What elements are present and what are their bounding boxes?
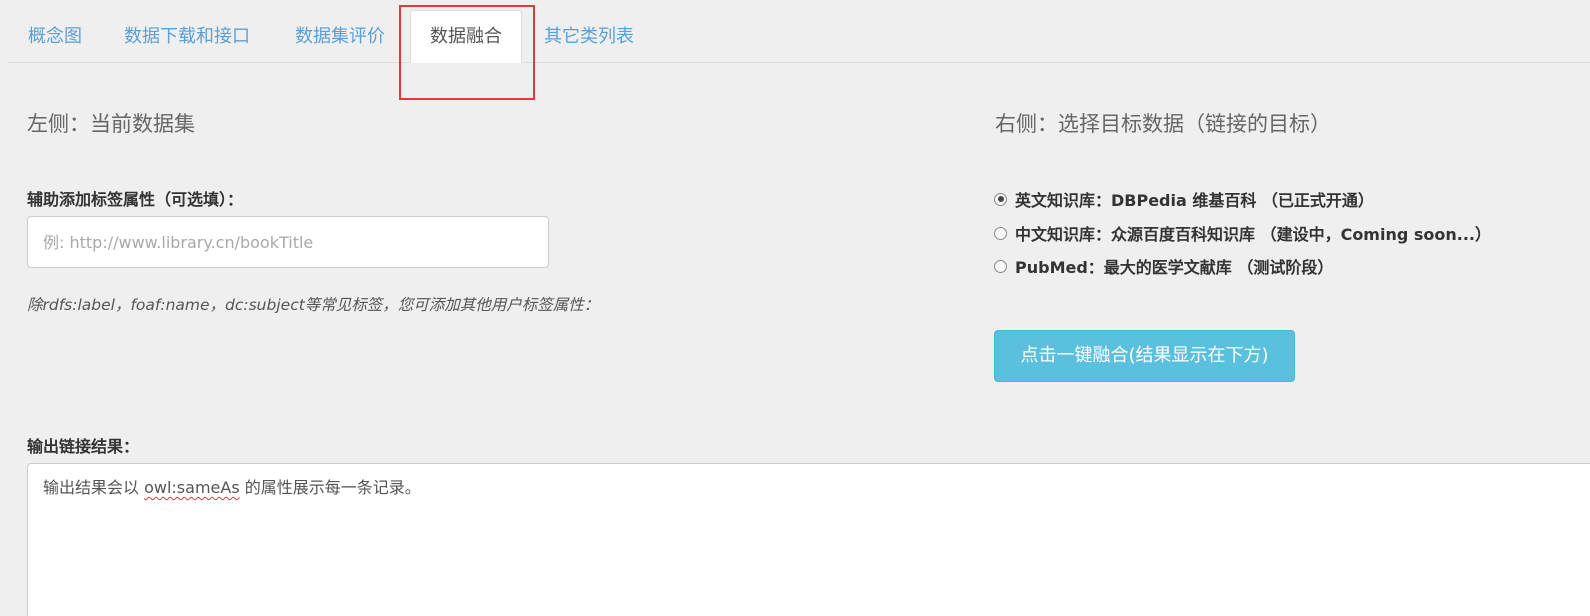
radio-unselected-icon[interactable] [994,259,1007,273]
tab-data-fusion[interactable]: 数据融合 [410,10,522,63]
output-section-title: 输出链接结果： [27,437,140,456]
target-option-baidu-baike[interactable]: 中文知识库：众源百度百科知识库 （建设中，Coming soon...） [994,222,1491,244]
label-attribute-input[interactable] [27,216,549,268]
output-placeholder-text-start: 输出结果会以 [43,478,145,497]
right-section-title: 右侧：选择目标数据（链接的目标） [995,112,1331,136]
tab-dataset-evaluation[interactable]: 数据集评价 [295,12,385,62]
radio-selected-icon[interactable] [994,192,1007,206]
radio-unselected-icon[interactable] [994,226,1007,240]
label-attribute-field-title: 辅助添加标签属性（可选填）： [27,190,244,209]
target-option-dbpedia[interactable]: 英文知识库：DBPedia 维基百科 （已正式开通） [994,188,1374,210]
tab-concept-map[interactable]: 概念图 [28,12,82,62]
output-links-textarea[interactable]: 输出结果会以 owl:sameAs 的属性展示每一条记录。 [27,463,1590,616]
one-click-fuse-button[interactable]: 点击一键融合(结果显示在下方) [994,330,1295,382]
tab-data-download-api[interactable]: 数据下载和接口 [124,12,250,62]
target-option-pubmed[interactable]: PubMed：最大的医学文献库 （测试阶段） [994,255,1333,277]
target-option-label: 英文知识库：DBPedia 维基百科 （已正式开通） [1015,191,1374,210]
output-placeholder-keyword: owl:sameAs [144,478,240,497]
tab-other-class-list[interactable]: 其它类列表 [544,12,634,62]
output-placeholder-text-end: 的属性展示每一条记录。 [239,478,421,497]
label-attribute-help-text: 除rdfs:label，foaf:name，dc:subject等常见标签，您可… [27,296,600,314]
target-option-label: 中文知识库：众源百度百科知识库 （建设中，Coming soon...） [1015,225,1492,244]
target-option-label: PubMed：最大的医学文献库 （测试阶段） [1015,258,1334,277]
left-section-title: 左侧：当前数据集 [27,112,195,136]
